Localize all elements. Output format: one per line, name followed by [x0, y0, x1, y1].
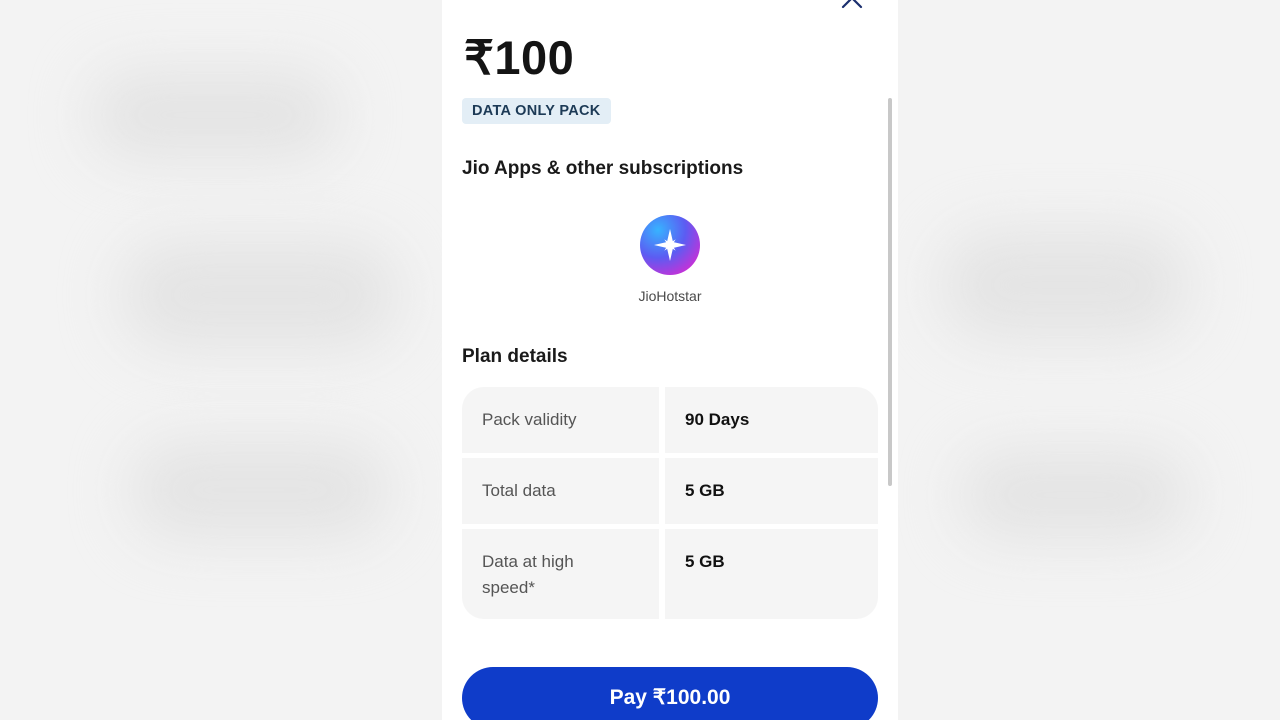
plan-type-badge: DATA ONLY PACK: [462, 98, 611, 124]
table-row-value: 90 Days: [665, 387, 878, 453]
plan-price: ₹100: [464, 31, 575, 84]
table-row-value: 5 GB: [665, 529, 878, 619]
scrollbar[interactable]: [888, 98, 892, 486]
plan-details-title: Plan details: [462, 346, 568, 367]
background-blur: [120, 240, 400, 350]
table-row-label: Pack validity: [462, 387, 659, 453]
pay-button[interactable]: Pay ₹100.00: [462, 667, 878, 720]
background-blur: [940, 230, 1190, 340]
app-name-label: JioHotstar: [638, 288, 702, 304]
jiohotstar-logo-icon: [654, 229, 686, 261]
subscriptions-title: Jio Apps & other subscriptions: [462, 158, 744, 179]
table-row-label: Total data: [462, 458, 659, 524]
close-icon: [841, 0, 863, 9]
background-blur: [960, 450, 1190, 540]
background-blur: [90, 70, 340, 160]
plan-details-sheet: ₹100 DATA ONLY PACK Jio Apps & other sub…: [442, 0, 898, 720]
table-row-label: Data at high speed*: [462, 529, 659, 619]
jiohotstar-app-tile[interactable]: [640, 215, 700, 275]
background-blur: [130, 440, 390, 540]
close-button[interactable]: [840, 0, 864, 10]
table-row-value: 5 GB: [665, 458, 878, 524]
